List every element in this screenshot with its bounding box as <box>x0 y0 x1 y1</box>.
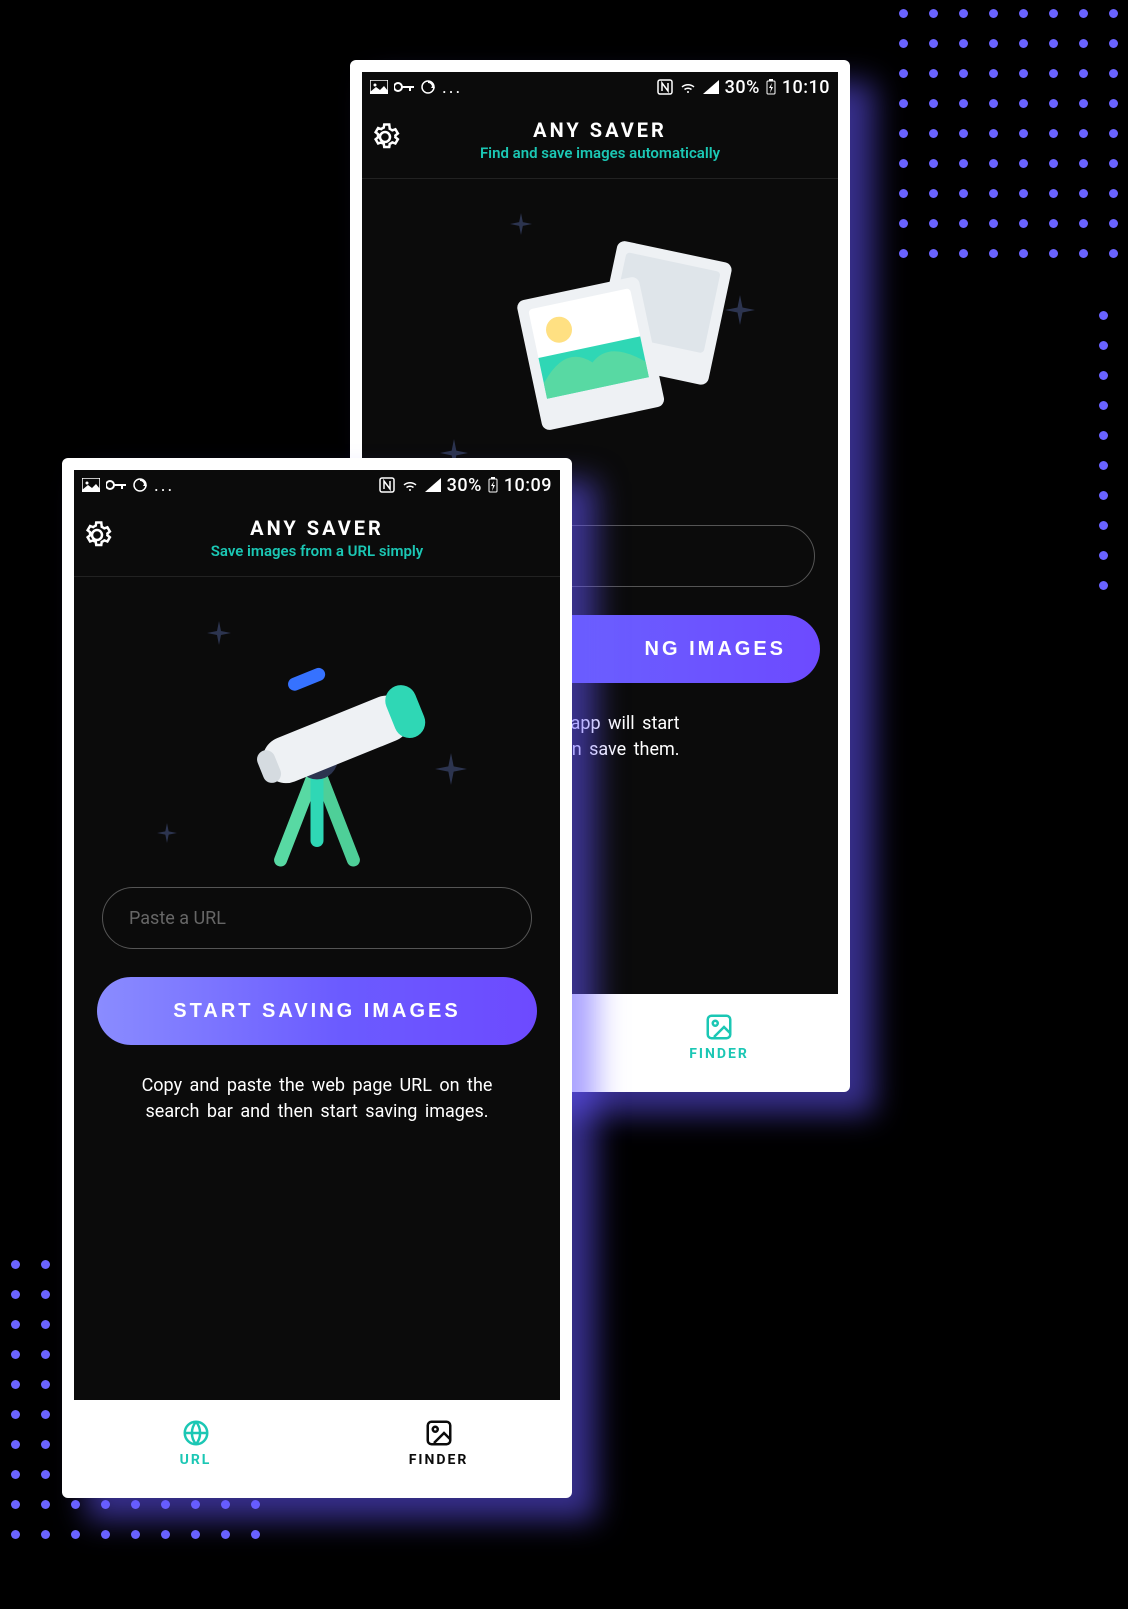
decorative-dots-top <box>888 0 1128 268</box>
key-icon <box>394 81 414 93</box>
illustration-telescope <box>157 603 477 883</box>
signal-icon <box>703 80 719 94</box>
photo-icon <box>82 478 100 492</box>
url-input[interactable]: Paste a URL <box>102 887 532 949</box>
illustration-photos <box>440 205 760 485</box>
nfc-icon <box>657 79 673 95</box>
tab-bar: URL FINDER <box>74 1400 560 1486</box>
decorative-dots-right <box>1088 300 1128 600</box>
phone-mockup-front: ... 30% 10:09 ANY SAVER Save images from… <box>62 458 572 1498</box>
clock-text: 10:09 <box>504 475 552 496</box>
tab-finder[interactable]: FINDER <box>317 1400 560 1486</box>
clock-text: 10:10 <box>782 77 830 98</box>
gear-icon[interactable] <box>370 122 400 152</box>
battery-charging-icon <box>766 79 776 95</box>
app-subtitle: Find and save images automatically <box>370 144 830 162</box>
photo-icon <box>370 80 388 94</box>
status-bar: ... 30% 10:10 <box>362 72 838 102</box>
gear-icon[interactable] <box>82 520 112 550</box>
battery-text: 30% <box>725 77 760 98</box>
help-text: Copy and paste the web page URL on the s… <box>142 1073 493 1125</box>
signal-icon <box>425 478 441 492</box>
app-title: ANY SAVER <box>370 118 830 142</box>
status-bar: ... 30% 10:09 <box>74 470 560 500</box>
nfc-icon <box>379 477 395 493</box>
key-icon <box>106 479 126 491</box>
start-saving-button[interactable]: START SAVING IMAGES <box>97 977 537 1045</box>
wifi-icon <box>401 478 419 492</box>
sync-icon <box>420 79 436 95</box>
more-icon: ... <box>442 77 462 98</box>
tab-url[interactable]: URL <box>74 1400 317 1486</box>
picture-icon <box>424 1418 454 1448</box>
app-subtitle: Save images from a URL simply <box>82 542 552 560</box>
battery-charging-icon <box>488 477 498 493</box>
app-header: ANY SAVER Find and save images automatic… <box>362 102 838 179</box>
picture-icon <box>704 1012 734 1042</box>
more-icon: ... <box>154 475 174 496</box>
app-header: ANY SAVER Save images from a URL simply <box>74 500 560 577</box>
tab-finder[interactable]: FINDER <box>600 994 838 1080</box>
battery-text: 30% <box>447 475 482 496</box>
wifi-icon <box>679 80 697 94</box>
globe-icon <box>181 1418 211 1448</box>
sync-icon <box>132 477 148 493</box>
app-title: ANY SAVER <box>82 516 552 540</box>
